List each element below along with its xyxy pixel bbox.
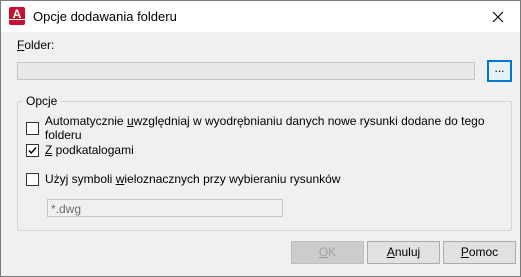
- browse-button[interactable]: ...: [487, 60, 512, 82]
- options-group-legend: Opcje: [23, 94, 61, 108]
- ok-button: OK: [291, 241, 364, 264]
- add-folder-options-dialog: A Opcje dodawania folderu Folder: ... Op…: [0, 0, 521, 277]
- folder-label: Folder:: [17, 38, 55, 52]
- folder-path-input[interactable]: [17, 62, 475, 80]
- cancel-button[interactable]: Anuluj: [367, 241, 440, 264]
- autocad-icon: A: [9, 7, 25, 25]
- window-title: Opcje dodawania folderu: [33, 9, 177, 24]
- subfolders-checkbox[interactable]: [26, 143, 39, 157]
- help-button[interactable]: Pomoc: [443, 241, 516, 264]
- close-button[interactable]: [475, 1, 520, 32]
- subfolders-option[interactable]: Z podkatalogami: [26, 143, 134, 157]
- auto-include-checkbox[interactable]: [26, 121, 39, 135]
- close-icon: [492, 11, 503, 22]
- checkmark-icon: [28, 146, 37, 154]
- wildcards-checkbox[interactable]: [26, 172, 39, 186]
- wildcards-label: Użyj symboli wieloznacznych przy wybiera…: [45, 172, 341, 186]
- file-mask-input: *.dwg: [47, 199, 283, 217]
- wildcards-option[interactable]: Użyj symboli wieloznacznych przy wybiera…: [26, 172, 340, 186]
- title-bar: A Opcje dodawania folderu: [1, 1, 520, 32]
- auto-include-option[interactable]: Automatycznie uwzględniaj w wyodrębniani…: [26, 114, 520, 142]
- auto-include-label: Automatycznie uwzględniaj w wyodrębniani…: [44, 114, 485, 142]
- subfolders-label: Z podkatalogami: [45, 143, 134, 157]
